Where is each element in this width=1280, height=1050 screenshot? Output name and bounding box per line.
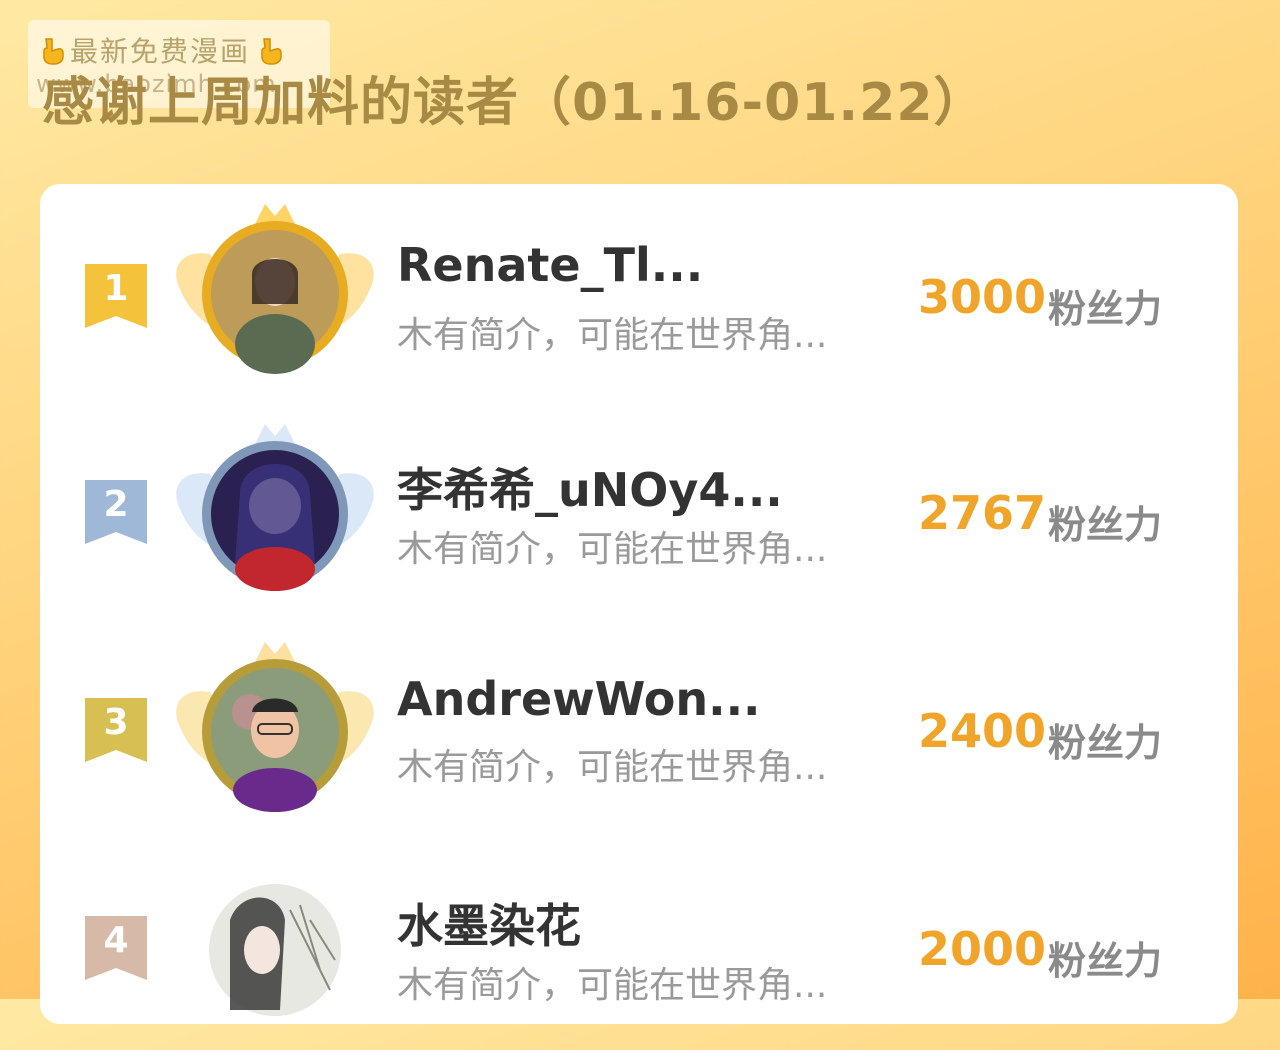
rank-flag: 1 [85, 264, 147, 328]
score-unit: 粉丝力 [1048, 503, 1163, 547]
rank-number: 1 [103, 268, 129, 309]
username[interactable]: Renate_Tl... [397, 238, 703, 292]
score-value: 2767 [918, 486, 1047, 540]
score-value: 2000 [918, 922, 1047, 976]
username[interactable]: 李希希_uNOy4... [397, 454, 783, 520]
username[interactable]: AndrewWon... [397, 672, 761, 726]
user-bio: 木有简介，可能在世界角... [397, 315, 828, 356]
avatar[interactable] [170, 850, 380, 1040]
rank-number: 3 [103, 702, 129, 743]
username[interactable]: 水墨染花 [397, 890, 581, 956]
rank-flag: 2 [85, 480, 147, 544]
score-unit: 粉丝力 [1048, 721, 1163, 765]
ranking-row[interactable]: 2 李希希_uNOy4... 木有简介，可能在世界角... 2767 粉丝力 [40, 414, 1238, 614]
ranking-row[interactable]: 3 AndrewWon... 木有简介，可能在世界角... 2400 粉丝力 [40, 632, 1238, 832]
user-bio: 木有简介，可能在世界角... [397, 529, 828, 570]
user-bio: 木有简介，可能在世界角... [397, 747, 828, 788]
user-bio: 木有简介，可能在世界角... [397, 965, 828, 1006]
rank-number: 4 [103, 920, 129, 961]
ranking-row[interactable]: 1 Renate_Tl... 木有简介，可能在世界角... 3000 粉丝力 [40, 194, 1238, 394]
score-unit: 粉丝力 [1048, 939, 1163, 983]
avatar[interactable] [170, 632, 380, 822]
page-title: 感谢上周加料的读者（01.16-01.22） [42, 73, 987, 133]
score-value: 2400 [918, 704, 1047, 758]
ranking-row[interactable]: 4 水墨染花 木有简介，可能在世界角... 2000 粉丝力 [40, 850, 1238, 1050]
avatar[interactable] [170, 414, 380, 604]
score-unit: 粉丝力 [1048, 287, 1163, 331]
rank-number: 2 [103, 484, 129, 525]
score-value: 3000 [918, 270, 1047, 324]
rank-flag: 3 [85, 698, 147, 762]
ranking-card: 1 Renate_Tl... 木有简介，可能在世界角... 3000 粉丝力 2… [40, 184, 1238, 1024]
rank-flag: 4 [85, 916, 147, 980]
avatar[interactable] [170, 194, 380, 384]
